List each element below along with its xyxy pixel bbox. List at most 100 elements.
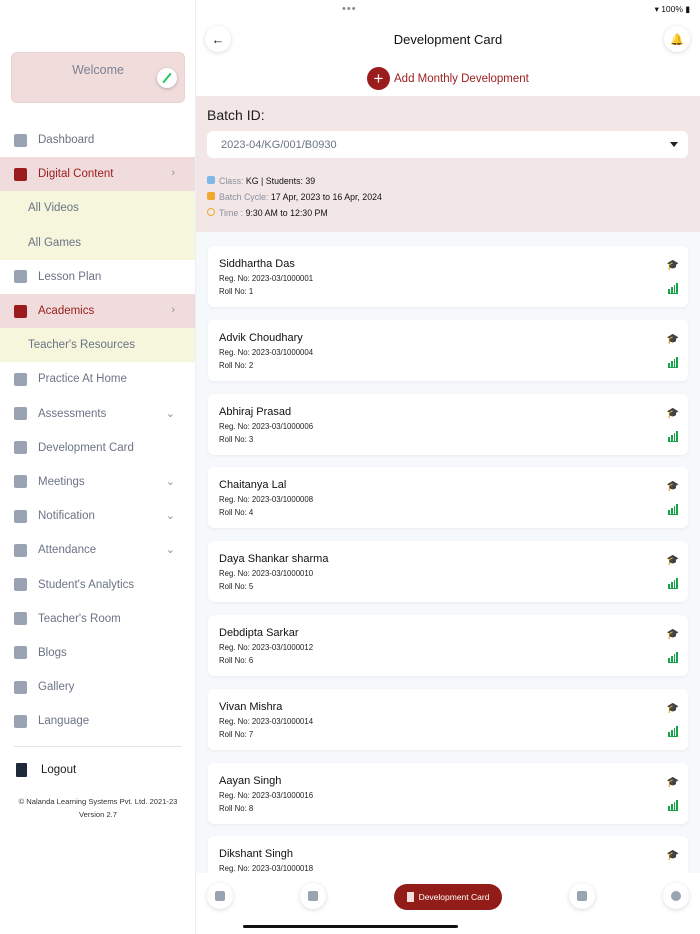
bottom-nav-development-card[interactable]: Development Card: [394, 884, 502, 910]
sidebar-item-development-card[interactable]: Development Card: [0, 431, 195, 465]
sidebar-item-label: Notification: [38, 510, 95, 523]
graduation-cap-icon[interactable]: 🎓: [667, 334, 679, 345]
graduation-cap-icon[interactable]: 🎓: [667, 260, 679, 271]
cycle-icon: [207, 192, 215, 200]
chevron-down-icon[interactable]: ⌄: [166, 509, 175, 522]
bar-chart-icon[interactable]: [668, 356, 678, 368]
sidebar-item-all-videos[interactable]: All Videos: [0, 191, 195, 226]
bar-chart-icon[interactable]: [668, 430, 678, 442]
sidebar-item-academics[interactable]: Academics ›: [0, 293, 195, 329]
image-icon: [14, 680, 27, 694]
time-key: Time :: [219, 208, 244, 218]
classroom-icon: [207, 176, 215, 184]
graduation-cap-icon: [14, 304, 27, 318]
class-info: Class: KG | Students: 39: [207, 176, 315, 186]
logout-button[interactable]: Logout: [16, 763, 76, 777]
sidebar-item-dashboard[interactable]: Dashboard: [0, 123, 195, 157]
bar-chart-icon[interactable]: [668, 504, 678, 516]
student-card[interactable]: Daya Shankar sharma Reg. No: 2023-03/100…: [208, 541, 688, 603]
sidebar-item-digital-content[interactable]: Digital Content ›: [0, 157, 195, 192]
graduation-cap-icon[interactable]: 🎓: [667, 408, 679, 419]
sidebar-item-blogs[interactable]: Blogs: [0, 636, 195, 670]
sidebar-item-label: Gallery: [38, 681, 75, 694]
student-roll-no: Roll No: 8: [219, 803, 254, 813]
sidebar-item-meetings[interactable]: Meetings ⌄: [0, 465, 195, 499]
sidebar-item-teacher-s-room[interactable]: Teacher's Room: [0, 602, 195, 636]
batch-select[interactable]: 2023-04/KG/001/B0930: [207, 131, 688, 158]
sidebar-item-label: Practice At Home: [38, 373, 127, 386]
chevron-down-icon[interactable]: ⌄: [166, 407, 175, 420]
graduation-cap-icon[interactable]: 🎓: [667, 850, 679, 861]
bar-chart-icon[interactable]: [668, 799, 678, 811]
rss-icon: [14, 646, 27, 660]
edit-profile-button[interactable]: [157, 68, 177, 88]
sidebar-item-all-games[interactable]: All Games: [0, 225, 195, 260]
student-card[interactable]: Debdipta Sarkar Reg. No: 2023-03/1000012…: [208, 615, 688, 676]
practice-icon: [14, 372, 27, 386]
sidebar-item-label: Blogs: [38, 646, 67, 659]
pencil-icon: [162, 72, 172, 84]
bar-chart-icon[interactable]: [668, 578, 678, 590]
development-card-icon: [406, 892, 414, 902]
add-monthly-development-button[interactable]: + Add Monthly Development: [367, 67, 529, 90]
sidebar-item-lesson-plan[interactable]: Lesson Plan: [0, 260, 195, 294]
student-name: Chaitanya Lal: [219, 479, 287, 492]
chevron-down-icon[interactable]: ⌄: [166, 543, 175, 556]
sidebar-item-language[interactable]: Language: [0, 704, 195, 738]
sidebar-item-label: Student's Analytics: [38, 578, 135, 591]
bottom-nav: Development Card: [196, 873, 700, 934]
batch-label: Batch ID:: [207, 107, 265, 123]
bottom-nav-dashboard[interactable]: [207, 883, 233, 909]
student-name: Siddhartha Das: [219, 258, 295, 270]
graduation-cap-icon[interactable]: 🎓: [667, 703, 679, 714]
bottom-nav-practice[interactable]: [569, 883, 595, 909]
more-dots-icon[interactable]: •••: [342, 3, 357, 15]
student-name: Vivan Mishra: [219, 700, 283, 713]
notification-button[interactable]: 🔔: [664, 26, 690, 52]
development-card-label: Development Card: [418, 892, 490, 902]
graduation-cap-icon[interactable]: 🎓: [667, 481, 679, 492]
bar-chart-icon[interactable]: [668, 652, 678, 663]
student-roll-no: Roll No: 7: [219, 729, 254, 739]
bell-icon: 🔔: [670, 33, 684, 46]
sidebar-item-gallery[interactable]: Gallery: [0, 670, 195, 704]
bell-icon: [14, 509, 27, 523]
sidebar-item-student-s-analytics[interactable]: Student's Analytics: [0, 567, 195, 601]
batch-select-value: 2023-04/KG/001/B0930: [221, 139, 337, 151]
graduation-cap-icon[interactable]: 🎓: [667, 629, 679, 640]
chevron-right-icon[interactable]: ›: [171, 167, 175, 179]
student-card[interactable]: Abhiraj Prasad Reg. No: 2023-03/1000006 …: [208, 393, 688, 455]
sidebar-item-practice-at-home[interactable]: Practice At Home: [0, 362, 195, 396]
bottom-nav-calendar[interactable]: [300, 883, 326, 909]
student-card[interactable]: Siddhartha Das Reg. No: 2023-03/1000001 …: [208, 246, 688, 307]
sidebar-item-label: Teacher's Room: [38, 612, 121, 625]
student-card[interactable]: Vivan Mishra Reg. No: 2023-03/1000014 Ro…: [208, 688, 688, 750]
sidebar-item-attendance[interactable]: Attendance ⌄: [0, 533, 195, 567]
time-value: 9:30 AM to 12:30 PM: [245, 208, 328, 218]
sidebar-item-label: Language: [38, 715, 90, 728]
student-card[interactable]: Chaitanya Lal Reg. No: 2023-03/1000008 R…: [208, 467, 688, 529]
sidebar-item-assessments[interactable]: Assessments ⌄: [0, 397, 195, 431]
caret-down-icon: [670, 142, 678, 151]
batch-panel: Batch ID: 2023-04/KG/001/B0930 Class: KG…: [196, 96, 700, 232]
sidebar-item-label: Academics: [38, 305, 95, 318]
dashboard-icon: [215, 891, 225, 901]
clock-icon: [207, 208, 215, 216]
chevron-right-icon[interactable]: ›: [171, 304, 175, 316]
logout-label: Logout: [41, 764, 77, 776]
bar-chart-icon[interactable]: [668, 725, 678, 737]
student-card[interactable]: Aayan Singh Reg. No: 2023-03/1000016 Rol…: [208, 762, 688, 824]
sidebar-item-notification[interactable]: Notification ⌄: [0, 499, 195, 533]
bottom-nav-analytics[interactable]: [663, 883, 689, 909]
sidebar-item-teacher-s-resources[interactable]: Teacher's Resources: [0, 328, 195, 363]
sidebar-item-label: All Videos: [28, 202, 79, 215]
sidebar-item-label: Teacher's Resources: [28, 339, 136, 352]
student-reg-no: Reg. No: 2023-03/1000010: [219, 569, 314, 579]
student-card[interactable]: Advik Choudhary Reg. No: 2023-03/1000004…: [208, 319, 688, 381]
graduation-cap-icon[interactable]: 🎓: [667, 555, 679, 566]
bar-chart-icon[interactable]: [668, 283, 678, 294]
pie-chart-icon: [671, 891, 681, 901]
graduation-cap-icon[interactable]: 🎓: [667, 777, 679, 788]
chevron-down-icon[interactable]: ⌄: [166, 475, 175, 488]
footer: © Nalanda Learning Systems Pvt. Ltd. 202…: [0, 795, 196, 821]
